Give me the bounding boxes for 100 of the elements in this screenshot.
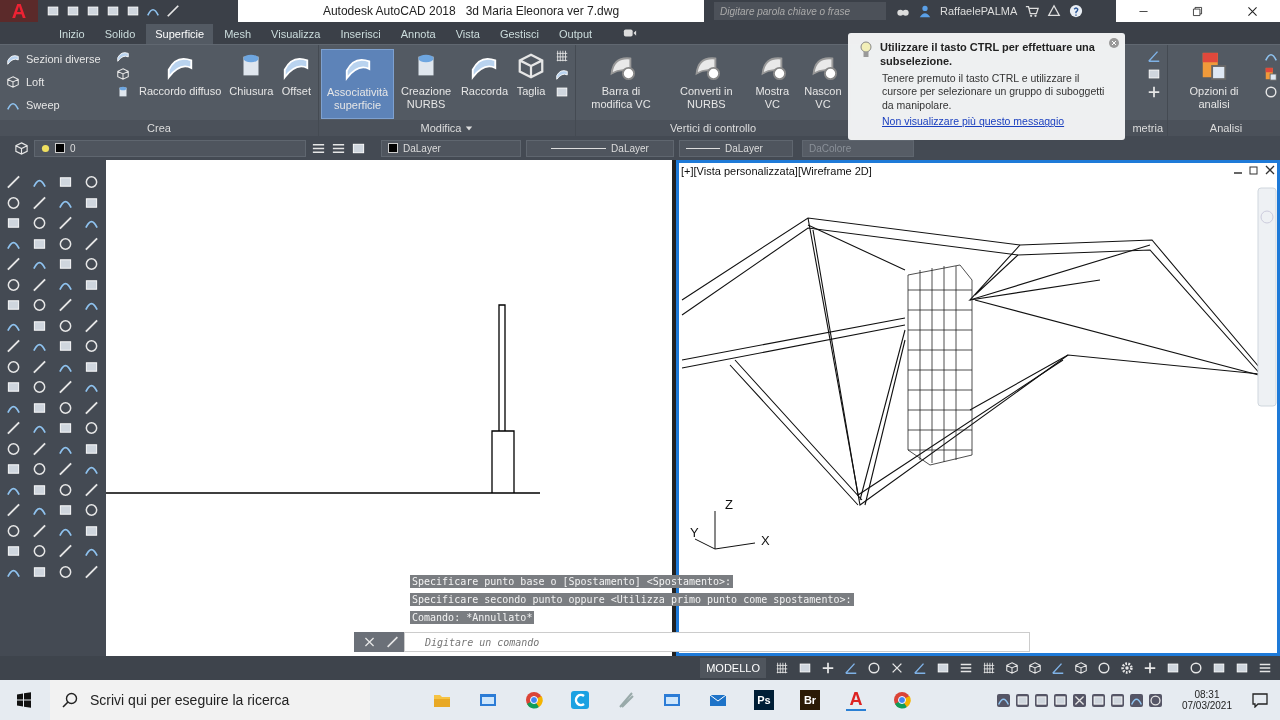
ribbon-button[interactable]: Raccorda: [457, 49, 511, 119]
square-icon[interactable]: [126, 4, 140, 18]
circle-icon[interactable]: [1097, 661, 1111, 675]
square-icon[interactable]: [1235, 661, 1249, 675]
angle-icon[interactable]: [1147, 49, 1161, 63]
circle-icon[interactable]: [58, 563, 73, 580]
circle-icon[interactable]: [84, 338, 99, 354]
circle-icon[interactable]: [84, 256, 99, 272]
ribbon-tab[interactable]: Solido: [95, 24, 145, 44]
cube-icon[interactable]: [1028, 661, 1042, 675]
circle-icon[interactable]: [6, 358, 21, 375]
line-icon[interactable]: [6, 174, 21, 190]
chrome-icon[interactable]: [524, 690, 544, 710]
lineweight-dropdown[interactable]: DaLayer: [679, 139, 793, 157]
cube-icon[interactable]: [1074, 661, 1088, 675]
restore-icon[interactable]: [1191, 4, 1205, 18]
ribbon-button[interactable]: Associatività superficie: [321, 49, 395, 119]
palette-icon[interactable]: [1264, 67, 1278, 81]
circle-icon[interactable]: [6, 440, 21, 457]
close-icon[interactable]: [1246, 4, 1260, 18]
surface-icon[interactable]: [116, 49, 130, 63]
line-icon[interactable]: [6, 256, 21, 272]
cube-icon[interactable]: [116, 67, 130, 81]
linetype-dropdown[interactable]: DaLayer: [526, 139, 674, 157]
ribbon-button[interactable]: Nascon VC: [797, 49, 848, 119]
ribbon-button[interactable]: Offset: [278, 49, 315, 119]
ribbon-button[interactable]: Opzioni di analisi: [1170, 49, 1258, 119]
line-icon[interactable]: [58, 461, 73, 477]
chrome-icon[interactable]: [892, 690, 912, 710]
windows-icon[interactable]: [16, 692, 32, 708]
square-icon[interactable]: [58, 502, 73, 518]
line-icon[interactable]: [6, 338, 21, 354]
grid-icon[interactable]: [775, 661, 789, 675]
line-icon[interactable]: [32, 522, 47, 539]
circle-icon[interactable]: [58, 317, 73, 334]
ribbon-tab[interactable]: Annota: [391, 24, 445, 44]
ribbon-small-button[interactable]: Loft: [2, 72, 110, 91]
circle-icon[interactable]: [32, 297, 47, 313]
square-icon[interactable]: [58, 174, 73, 190]
circle-icon[interactable]: [58, 399, 73, 416]
square-icon[interactable]: [6, 543, 21, 559]
line-icon[interactable]: [32, 276, 47, 293]
ribbon-tab[interactable]: Vista: [446, 24, 489, 44]
layer-dropdown[interactable]: 0: [34, 139, 306, 157]
line-icon[interactable]: [166, 4, 180, 18]
ring-icon[interactable]: [570, 690, 590, 710]
gear-icon[interactable]: [1120, 661, 1134, 675]
user-name[interactable]: RaffaelePALMA: [940, 5, 1018, 17]
circle-icon[interactable]: [84, 502, 99, 518]
square-icon[interactable]: [6, 461, 21, 477]
circle-icon[interactable]: [32, 379, 47, 395]
square-icon[interactable]: [1091, 693, 1105, 707]
circle-icon[interactable]: [6, 522, 21, 539]
restore-icon[interactable]: [1249, 165, 1259, 175]
ribbon-button[interactable]: Creazione NURBS: [396, 49, 456, 119]
search-field[interactable]: Digitare parola chiave o frase: [714, 2, 886, 20]
square-icon[interactable]: [1053, 693, 1067, 707]
line-icon[interactable]: [84, 317, 99, 334]
plus-icon[interactable]: [1143, 661, 1157, 675]
app-icon[interactable]: Ps: [754, 690, 774, 710]
cube-icon[interactable]: [516, 51, 546, 81]
ribbon-button[interactable]: Converti in NURBS: [666, 49, 747, 119]
ribbon-tab[interactable]: Inserisci: [331, 24, 390, 44]
ribbon-tab[interactable]: Gestisci: [490, 24, 549, 44]
ribbon-button[interactable]: Raccordo diffuso: [136, 49, 225, 119]
square-icon[interactable]: [1034, 693, 1048, 707]
line-icon[interactable]: [58, 543, 73, 559]
circle-icon[interactable]: [1189, 661, 1203, 675]
circle-icon[interactable]: [1148, 693, 1162, 707]
square-icon[interactable]: [1212, 661, 1226, 675]
square-icon[interactable]: [936, 661, 950, 675]
cross-icon[interactable]: [1072, 693, 1086, 707]
line-icon[interactable]: [84, 481, 99, 498]
square-icon[interactable]: [106, 4, 120, 18]
square-icon[interactable]: [1166, 661, 1180, 675]
model-tab[interactable]: MODELLO: [700, 658, 766, 678]
circle-icon[interactable]: [32, 215, 47, 231]
circle-icon[interactable]: [1264, 85, 1278, 99]
square-icon[interactable]: [46, 4, 60, 18]
line-icon[interactable]: [84, 235, 99, 252]
circle-icon[interactable]: [6, 276, 21, 293]
layers-icon[interactable]: [14, 140, 29, 156]
cross-icon[interactable]: [890, 661, 904, 675]
arc-icon[interactable]: [1129, 693, 1143, 707]
square-icon[interactable]: [6, 297, 21, 313]
close-icon[interactable]: [1265, 165, 1275, 175]
ribbon-tab[interactable]: Inizio: [50, 24, 94, 44]
circle-icon[interactable]: [32, 543, 47, 559]
ribbon-small-button[interactable]: Sezioni diverse: [2, 49, 110, 68]
lines-icon[interactable]: [1258, 661, 1272, 675]
ribbon-button[interactable]: Taglia: [513, 49, 549, 119]
circle-icon[interactable]: [84, 174, 99, 190]
caret-icon[interactable]: [465, 124, 474, 132]
circle-icon[interactable]: [867, 661, 881, 675]
line-icon[interactable]: [84, 563, 99, 580]
angle-icon[interactable]: [844, 661, 858, 675]
ribbon-tab[interactable]: Superficie: [146, 24, 214, 44]
color-dropdown[interactable]: DaLayer: [381, 139, 521, 157]
circle-icon[interactable]: [84, 420, 99, 436]
line-icon[interactable]: [32, 358, 47, 375]
